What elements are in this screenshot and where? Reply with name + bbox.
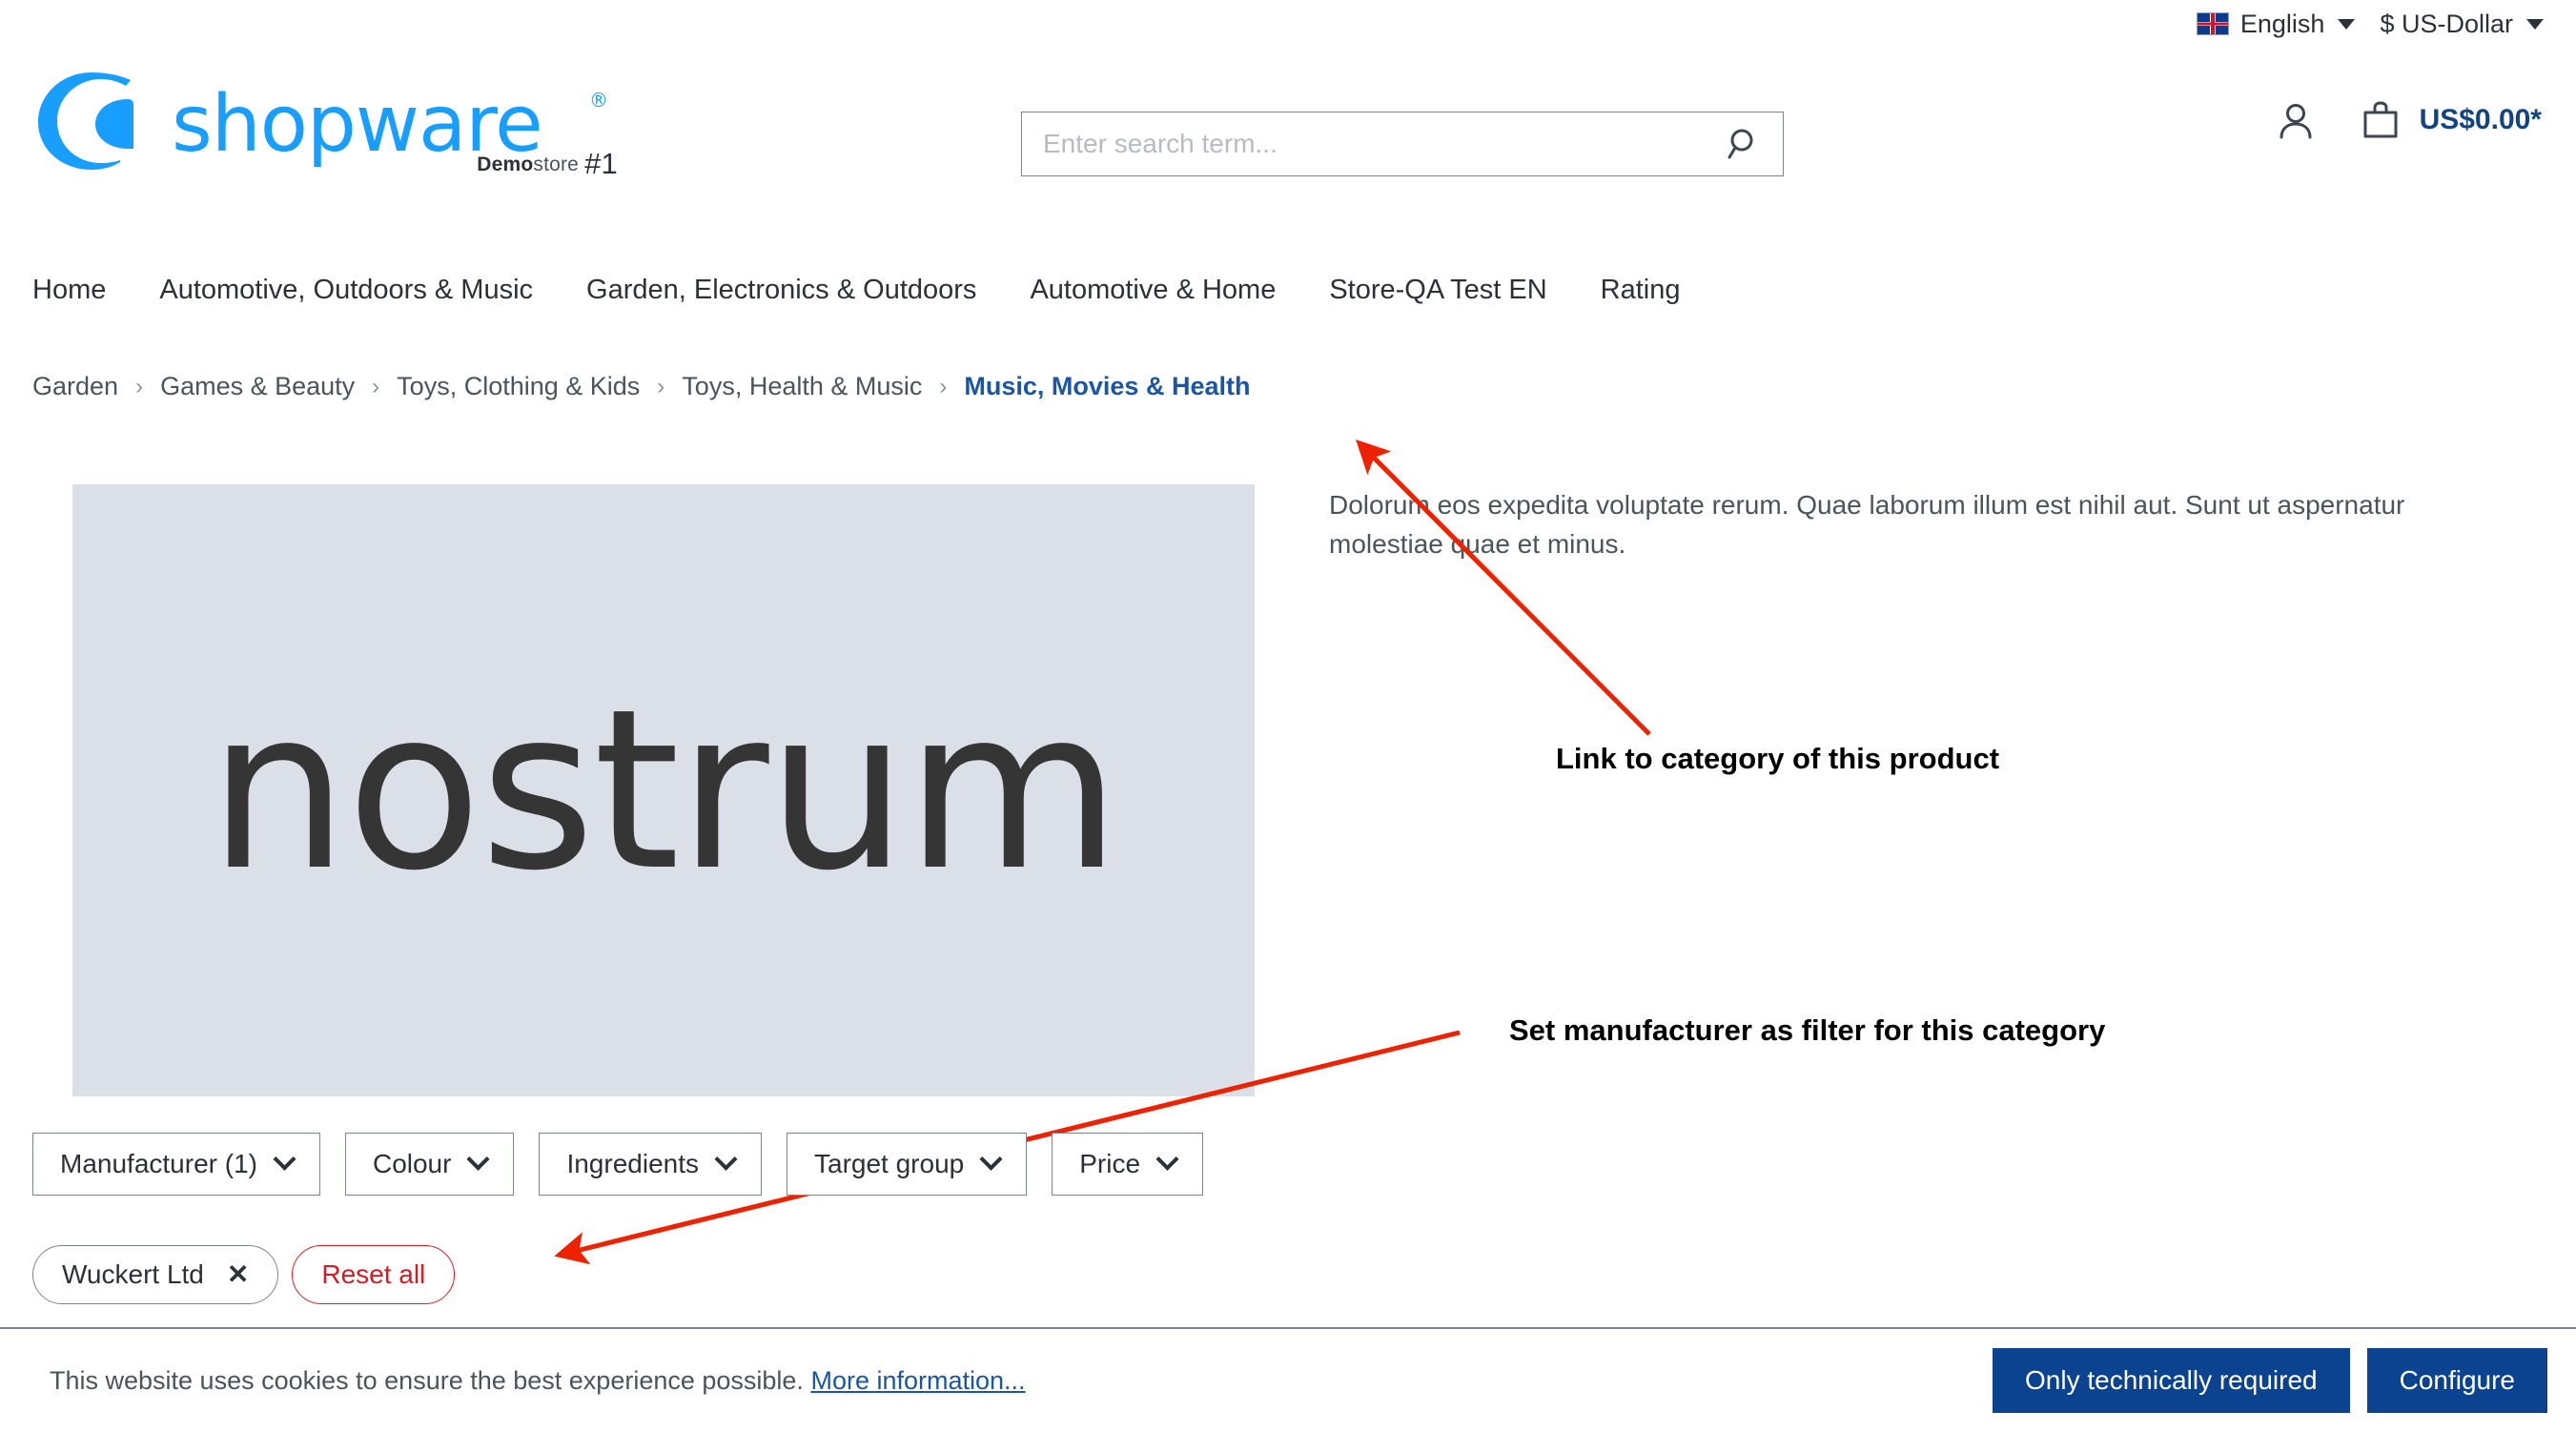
filter-button-colour[interactable]: Colour bbox=[344, 1133, 515, 1196]
annotation-link-to-category: Link to category of this product bbox=[1556, 742, 2000, 775]
cart-button[interactable]: US$0.00* bbox=[2353, 92, 2547, 148]
cart-total-label: US$0.00* bbox=[2419, 104, 2542, 135]
active-filter-chip-wuckert-ltd[interactable]: Wuckert Ltd ✕ bbox=[32, 1245, 279, 1304]
currency-label: $ US-Dollar bbox=[2380, 9, 2513, 38]
active-filters: Wuckert Ltd ✕ Reset all bbox=[32, 1245, 456, 1304]
demostore-hash: #1 bbox=[584, 147, 618, 180]
cookie-banner-actions: Only technically required Configure bbox=[1993, 1348, 2547, 1413]
chevron-down-icon bbox=[466, 1147, 490, 1171]
search-icon bbox=[1728, 129, 1753, 159]
active-filter-label: Wuckert Ltd bbox=[62, 1259, 204, 1289]
nav-item-store-qa-test-en[interactable]: Store-QA Test EN bbox=[1302, 269, 1573, 312]
language-switcher[interactable]: English bbox=[2196, 9, 2356, 39]
cookie-consent-banner: This website uses cookies to ensure the … bbox=[0, 1327, 2576, 1432]
product-image[interactable]: nostrum bbox=[72, 484, 1255, 1096]
site-header: shopware ® Demostore #1 Enter search ter… bbox=[0, 48, 2576, 193]
demostore-rest: store bbox=[533, 153, 580, 175]
top-utility-bar: English $ US-Dollar bbox=[0, 0, 2576, 48]
chevron-down-icon bbox=[714, 1147, 738, 1171]
reset-all-filters-button[interactable]: Reset all bbox=[292, 1245, 456, 1304]
configure-cookies-button[interactable]: Configure bbox=[2366, 1348, 2547, 1413]
page-root: English $ US-Dollar shopware ® Demostore… bbox=[0, 0, 2576, 1432]
filter-button-price[interactable]: Price bbox=[1052, 1133, 1204, 1196]
nav-item-garden-electronics-outdoors[interactable]: Garden, Electronics & Outdoors bbox=[560, 269, 1003, 312]
breadcrumb: Garden › Games & Beauty › Toys, Clothing… bbox=[32, 372, 1250, 401]
breadcrumb-item-games-beauty[interactable]: Games & Beauty bbox=[160, 372, 355, 401]
search-submit-button[interactable] bbox=[1720, 125, 1766, 163]
shopping-bag-icon bbox=[2363, 101, 2398, 138]
reset-all-label: Reset all bbox=[321, 1259, 426, 1289]
breadcrumb-separator-icon: › bbox=[657, 373, 665, 399]
filter-label-price: Price bbox=[1079, 1149, 1141, 1178]
uk-flag-icon bbox=[2196, 12, 2229, 35]
search-input[interactable] bbox=[1043, 129, 1720, 159]
demostore-tagline: Demostore #1 bbox=[477, 147, 618, 181]
cookie-banner-text: This website uses cookies to ensure the … bbox=[50, 1366, 1026, 1396]
user-icon bbox=[2280, 104, 2312, 139]
filter-label-ingredients: Ingredients bbox=[566, 1149, 699, 1178]
filter-label-colour: Colour bbox=[372, 1149, 452, 1178]
nav-item-automotive-home[interactable]: Automotive & Home bbox=[1003, 269, 1302, 312]
nav-item-home[interactable]: Home bbox=[32, 269, 133, 312]
breadcrumb-separator-icon: › bbox=[135, 373, 144, 399]
breadcrumb-separator-icon: › bbox=[939, 373, 948, 399]
breadcrumb-item-toys-health-music[interactable]: Toys, Health & Music bbox=[682, 372, 922, 401]
filter-button-manufacturer[interactable]: Manufacturer (1) bbox=[32, 1133, 320, 1196]
chevron-down-icon bbox=[2526, 18, 2544, 30]
chevron-down-icon bbox=[273, 1147, 296, 1171]
filter-bar: Manufacturer (1) Colour Ingredients Targ… bbox=[32, 1133, 1204, 1196]
filter-button-ingredients[interactable]: Ingredients bbox=[539, 1133, 762, 1196]
cookie-message: This website uses cookies to ensure the … bbox=[50, 1365, 804, 1395]
chevron-down-icon bbox=[979, 1147, 1003, 1171]
filter-label-manufacturer: Manufacturer (1) bbox=[60, 1149, 257, 1178]
shopware-logo[interactable]: shopware ® Demostore #1 bbox=[36, 67, 627, 187]
chevron-down-icon bbox=[1155, 1147, 1179, 1171]
filter-label-target-group: Target group bbox=[814, 1149, 965, 1178]
breadcrumb-separator-icon: › bbox=[372, 373, 380, 399]
account-button[interactable] bbox=[2269, 93, 2322, 147]
annotation-set-manufacturer-filter: Set manufacturer as filter for this cate… bbox=[1509, 1013, 2106, 1047]
filter-button-target-group[interactable]: Target group bbox=[787, 1133, 1028, 1196]
search-bar[interactable] bbox=[1021, 112, 1784, 176]
svg-text:®: ® bbox=[589, 89, 608, 112]
chevron-down-icon bbox=[2338, 18, 2356, 30]
product-image-placeholder-text: nostrum bbox=[208, 662, 1120, 919]
nav-item-rating[interactable]: Rating bbox=[1574, 269, 1707, 312]
nav-item-automotive-outdoors-music[interactable]: Automotive, Outdoors & Music bbox=[133, 269, 560, 312]
breadcrumb-item-toys-clothing-kids[interactable]: Toys, Clothing & Kids bbox=[397, 372, 640, 401]
product-description: Dolorum eos expedita voluptate rerum. Qu… bbox=[1329, 490, 2405, 559]
breadcrumb-item-music-movies-health[interactable]: Music, Movies & Health bbox=[964, 372, 1250, 401]
breadcrumb-item-garden[interactable]: Garden bbox=[32, 372, 118, 401]
language-label: English bbox=[2239, 9, 2325, 38]
demostore-bold: Demo bbox=[477, 153, 534, 175]
close-icon[interactable]: ✕ bbox=[227, 1261, 249, 1288]
only-technically-required-button[interactable]: Only technically required bbox=[1993, 1348, 2350, 1413]
currency-switcher[interactable]: $ US-Dollar bbox=[2380, 10, 2544, 39]
cookie-more-information-link[interactable]: More information... bbox=[810, 1366, 1025, 1395]
main-navigation: Home Automotive, Outdoors & Music Garden… bbox=[0, 257, 2576, 322]
header-actions: US$0.00* bbox=[2269, 48, 2547, 193]
